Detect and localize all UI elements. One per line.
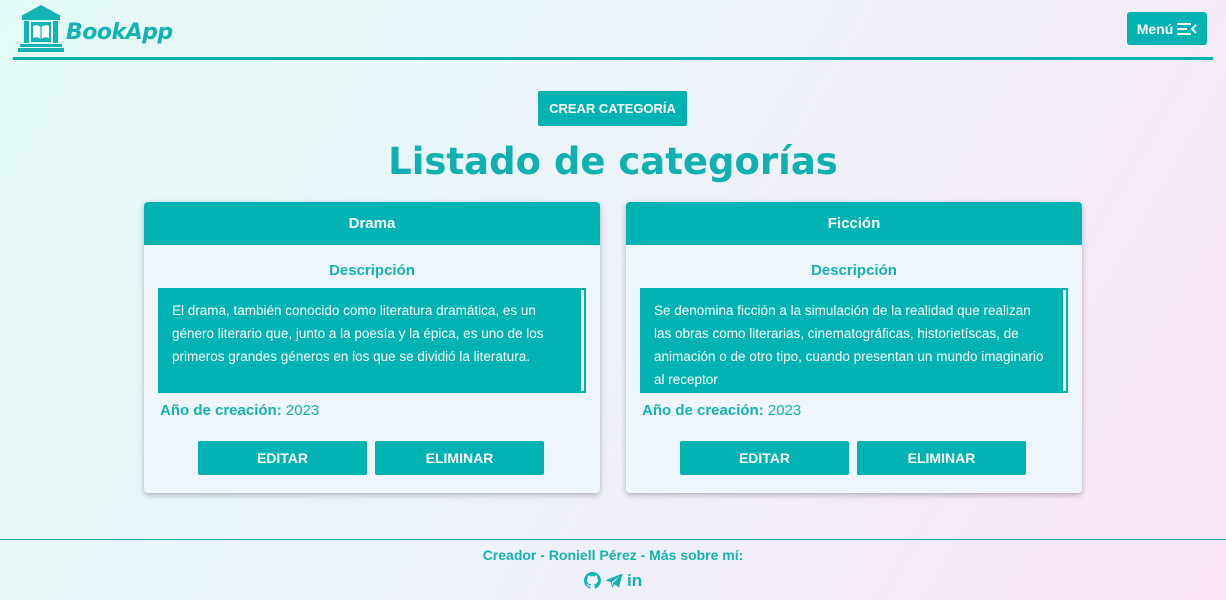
delete-button[interactable]: ELIMINAR [857, 441, 1026, 475]
linkedin-icon[interactable]: in [627, 572, 642, 589]
logo[interactable]: BookApp [18, 4, 173, 52]
card-actions: EDITAR ELIMINAR [198, 441, 544, 475]
card-title: Drama [144, 202, 600, 245]
social-links: in [584, 572, 642, 589]
menu-button[interactable]: Menú [1127, 12, 1207, 45]
footer-divider [0, 539, 1226, 540]
header-divider [13, 57, 1213, 60]
creation-year: Año de creación: 2023 [160, 402, 584, 419]
page-title: Listado de categorías [388, 140, 838, 183]
menu-icon [1177, 22, 1197, 35]
description-label: Descripción [329, 262, 415, 279]
library-icon [18, 5, 64, 52]
delete-button[interactable]: ELIMINAR [375, 441, 544, 475]
description-label: Descripción [811, 262, 897, 279]
edit-button[interactable]: EDITAR [198, 441, 367, 475]
footer-credit: Creador - Roniell Pérez - Más sobre mí: [482, 547, 744, 563]
card-title: Ficción [626, 202, 1082, 245]
github-icon[interactable] [584, 572, 601, 589]
card-actions: EDITAR ELIMINAR [680, 441, 1026, 475]
telegram-icon[interactable] [605, 573, 623, 589]
header: BookApp Menú [0, 0, 1226, 58]
category-card-ficcion: Ficción Descripción Se denomina ficción … [626, 202, 1082, 493]
edit-button[interactable]: EDITAR [680, 441, 849, 475]
category-card-drama: Drama Descripción El drama, también cono… [144, 202, 600, 493]
menu-label: Menú [1136, 20, 1174, 37]
creation-year: Año de creación: 2023 [642, 402, 1066, 419]
creation-year-label: Año de creación: [160, 402, 282, 419]
creation-year-value: 2023 [285, 402, 320, 419]
create-category-button[interactable]: CREAR CATEGORÍA [538, 91, 687, 126]
creation-year-value: 2023 [767, 402, 802, 419]
description-text[interactable]: Se denomina ficción a la simulación de l… [640, 288, 1068, 393]
logo-text: BookApp [66, 19, 173, 45]
creation-year-label: Año de creación: [642, 402, 764, 419]
description-text[interactable]: El drama, también conocido como literatu… [158, 288, 586, 393]
